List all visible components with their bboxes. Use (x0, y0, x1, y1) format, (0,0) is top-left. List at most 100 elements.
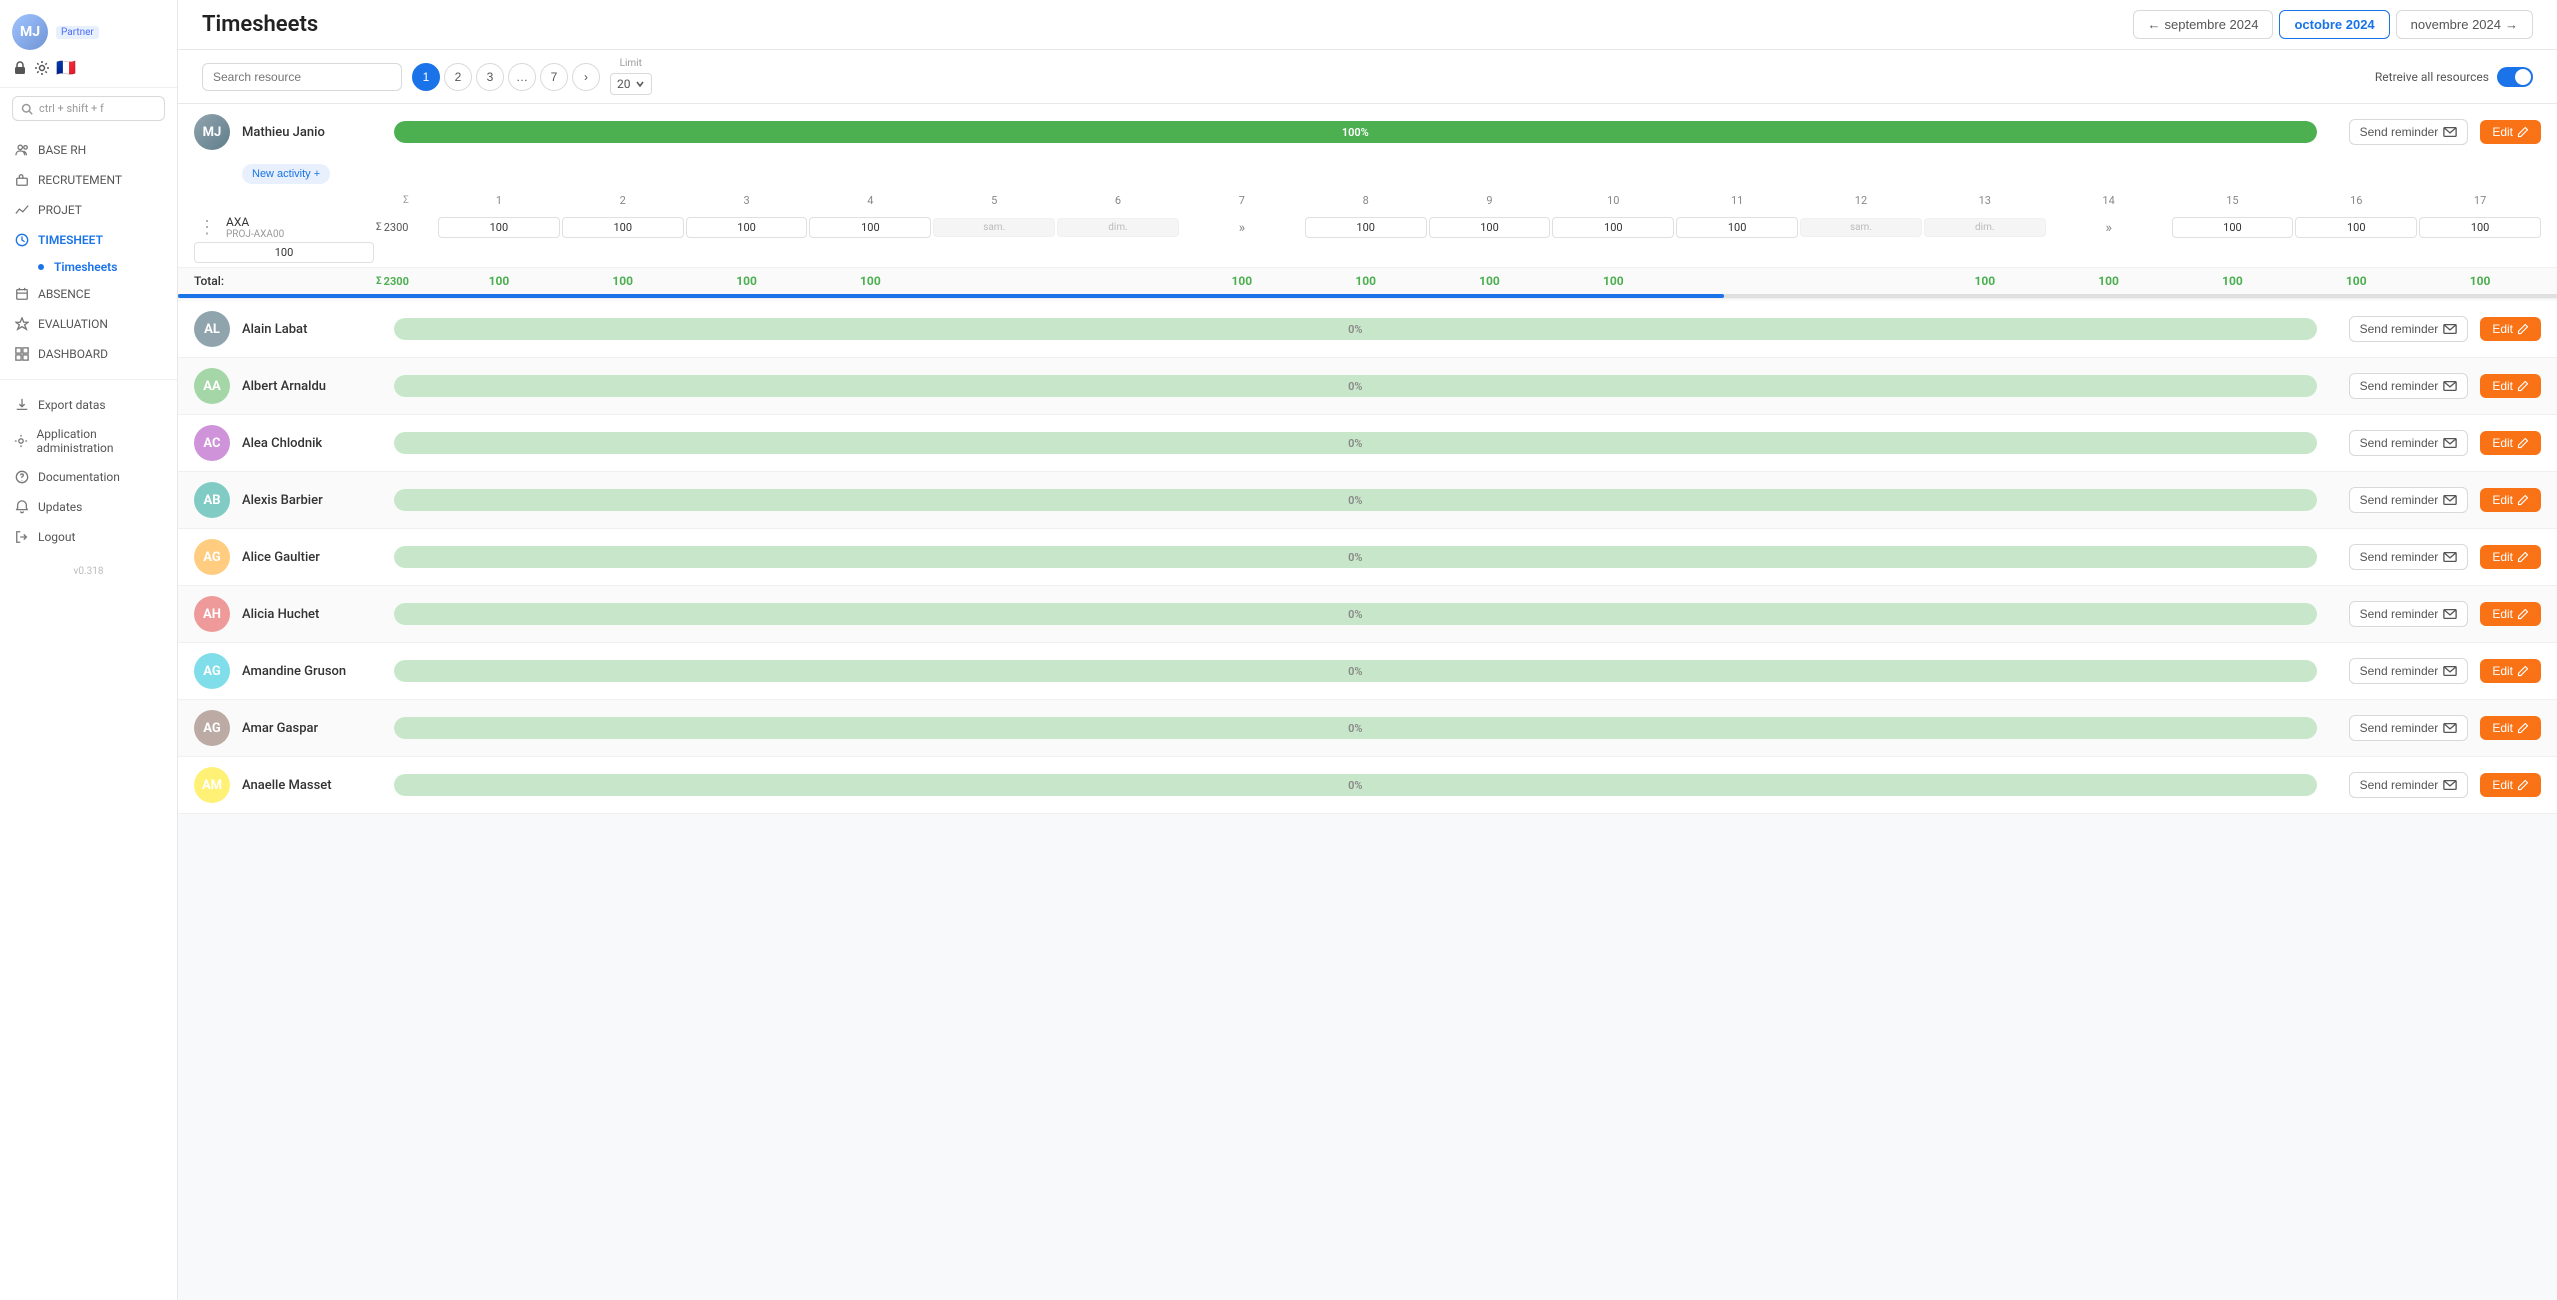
limit-dropdown[interactable]: 20 (610, 73, 652, 95)
edit-btn-6[interactable]: Edit (2480, 602, 2541, 626)
retrieve-toggle-switch[interactable] (2497, 67, 2533, 87)
sidebar-item-label: BASE RH (38, 143, 86, 157)
send-reminder-mathieu[interactable]: Send reminder (2349, 119, 2469, 145)
axa-day-9[interactable]: 100 (1429, 217, 1551, 238)
day-13: 13 (1924, 194, 2046, 207)
day-14: 14 (2048, 194, 2170, 207)
axa-activity-grid: ⋮ AXA PROJ-AXA00 Σ2300 100 100 100 100 (194, 215, 2541, 263)
sidebar-item-label: RECRUTEMENT (38, 173, 122, 187)
total-d4: 100 (809, 274, 931, 288)
sidebar-item-base-rh[interactable]: BASE RH (0, 135, 177, 165)
main-header: Timesheets ← septembre 2024 octobre 2024… (178, 0, 2557, 50)
sidebar-item-evaluation[interactable]: EVALUATION (0, 309, 177, 339)
edit-btn-9[interactable]: Edit (2480, 773, 2541, 797)
day-3: 3 (686, 194, 808, 207)
pencil-icon (2517, 323, 2529, 335)
progress-label-4: 0% (1348, 494, 1362, 507)
sidebar-item-logout[interactable]: Logout (0, 522, 177, 552)
kebab-menu-axa[interactable]: ⋮ (194, 217, 220, 238)
sidebar-item-label: Documentation (38, 470, 120, 484)
send-reminder-9[interactable]: Send reminder (2349, 772, 2469, 798)
axa-day-15[interactable]: 100 (2295, 217, 2417, 238)
day-10: 10 (1552, 194, 1674, 207)
new-activity-btn[interactable]: New activity + (242, 164, 330, 184)
chart-icon (14, 202, 30, 218)
send-reminder-4[interactable]: Send reminder (2349, 487, 2469, 513)
page-btn-ellipsis[interactable]: … (508, 63, 536, 91)
search-icon (21, 103, 33, 115)
axa-day-14[interactable]: 100 (2172, 217, 2294, 238)
total-col-header: Σ (376, 195, 436, 206)
sidebar-item-label: EVALUATION (38, 317, 108, 331)
page-btn-7[interactable]: 7 (540, 63, 568, 91)
edit-btn-4[interactable]: Edit (2480, 488, 2541, 512)
edit-btn-3[interactable]: Edit (2480, 431, 2541, 455)
progress-label-mathieu: 100% (1342, 126, 1369, 139)
axa-day-8[interactable]: 100 (1305, 217, 1427, 238)
avatar-1: AL (194, 311, 230, 347)
search-bar[interactable]: ctrl + shift + f (12, 96, 165, 121)
sidebar-item-projet[interactable]: PROJET (0, 195, 177, 225)
sidebar-item-timesheet[interactable]: TIMESHEET (0, 225, 177, 255)
axa-day-11[interactable]: 100 (1676, 217, 1798, 238)
page-btn-2[interactable]: 2 (444, 63, 472, 91)
sidebar-item-documentation[interactable]: Documentation (0, 462, 177, 492)
sidebar-item-dashboard[interactable]: DASHBOARD (0, 339, 177, 369)
bottom-nav: Export datas Application administration … (0, 384, 177, 558)
page-btn-next[interactable]: › (572, 63, 600, 91)
progress-label-8: 0% (1348, 722, 1362, 735)
sidebar-item-updates[interactable]: Updates (0, 492, 177, 522)
edit-btn-2[interactable]: Edit (2480, 374, 2541, 398)
send-reminder-7[interactable]: Send reminder (2349, 658, 2469, 684)
send-reminder-5[interactable]: Send reminder (2349, 544, 2469, 570)
resource-list: AL Alain Labat 0% Send reminder Edit AA … (178, 301, 2557, 814)
search-shortcut: ctrl + shift + f (39, 102, 104, 115)
settings-icon (14, 433, 28, 449)
page-btn-3[interactable]: 3 (476, 63, 504, 91)
axa-day-2[interactable]: 100 (562, 217, 684, 238)
sidebar-item-timesheets-sub[interactable]: Timesheets (0, 255, 177, 279)
sidebar-item-export[interactable]: Export datas (0, 390, 177, 420)
sidebar-item-absence[interactable]: ABSENCE (0, 279, 177, 309)
edit-btn-mathieu[interactable]: Edit (2480, 120, 2541, 144)
sidebar-item-label: PROJET (38, 203, 82, 217)
axa-project-name: AXA (226, 215, 284, 229)
edit-btn-7[interactable]: Edit (2480, 659, 2541, 683)
edit-btn-5[interactable]: Edit (2480, 545, 2541, 569)
send-reminder-3[interactable]: Send reminder (2349, 430, 2469, 456)
sidebar-item-app-admin[interactable]: Application administration (0, 420, 177, 462)
page-btn-1[interactable]: 1 (412, 63, 440, 91)
send-reminder-6[interactable]: Send reminder (2349, 601, 2469, 627)
total-d15: 100 (2172, 274, 2294, 288)
mail-icon (2443, 607, 2457, 621)
progress-fill-7: 0% (394, 660, 2317, 682)
edit-btn-8[interactable]: Edit (2480, 716, 2541, 740)
list-item: AB Alexis Barbier 0% Send reminder Edit (178, 472, 2557, 529)
flag-icon: 🇫🇷 (56, 58, 76, 77)
list-item: AG Amar Gaspar 0% Send reminder Edit (178, 700, 2557, 757)
resource-name-7: Amandine Gruson (242, 664, 362, 679)
axa-day-16[interactable]: 100 (2419, 217, 2541, 238)
axa-day-1[interactable]: 100 (438, 217, 560, 238)
edit-btn-1[interactable]: Edit (2480, 317, 2541, 341)
send-reminder-1[interactable]: Send reminder (2349, 316, 2469, 342)
total-label: Total: (194, 274, 374, 288)
progress-bar-7: 0% (394, 660, 2317, 682)
search-input[interactable] (202, 63, 402, 91)
prev-month-btn[interactable]: ← septembre 2024 (2133, 10, 2274, 39)
sidebar-item-recrutement[interactable]: RECRUTEMENT (0, 165, 177, 195)
axa-day-4[interactable]: 100 (809, 217, 931, 238)
current-month-btn[interactable]: octobre 2024 (2279, 10, 2389, 39)
list-item: AA Albert Arnaldu 0% Send reminder Edit (178, 358, 2557, 415)
axa-day-10[interactable]: 100 (1552, 217, 1674, 238)
next-month-btn[interactable]: novembre 2024 → (2396, 10, 2533, 39)
horizontal-scrollbar[interactable] (178, 294, 2557, 298)
send-reminder-8[interactable]: Send reminder (2349, 715, 2469, 741)
limit-value: 20 (617, 77, 631, 91)
total-row-mathieu: Total: Σ2300 100 100 100 100 100 100 100… (178, 267, 2557, 294)
send-reminder-2[interactable]: Send reminder (2349, 373, 2469, 399)
axa-day-17[interactable]: 100 (194, 242, 374, 263)
axa-day-3[interactable]: 100 (686, 217, 808, 238)
progress-bar-6: 0% (394, 603, 2317, 625)
day-7: 7 (1181, 194, 1303, 207)
